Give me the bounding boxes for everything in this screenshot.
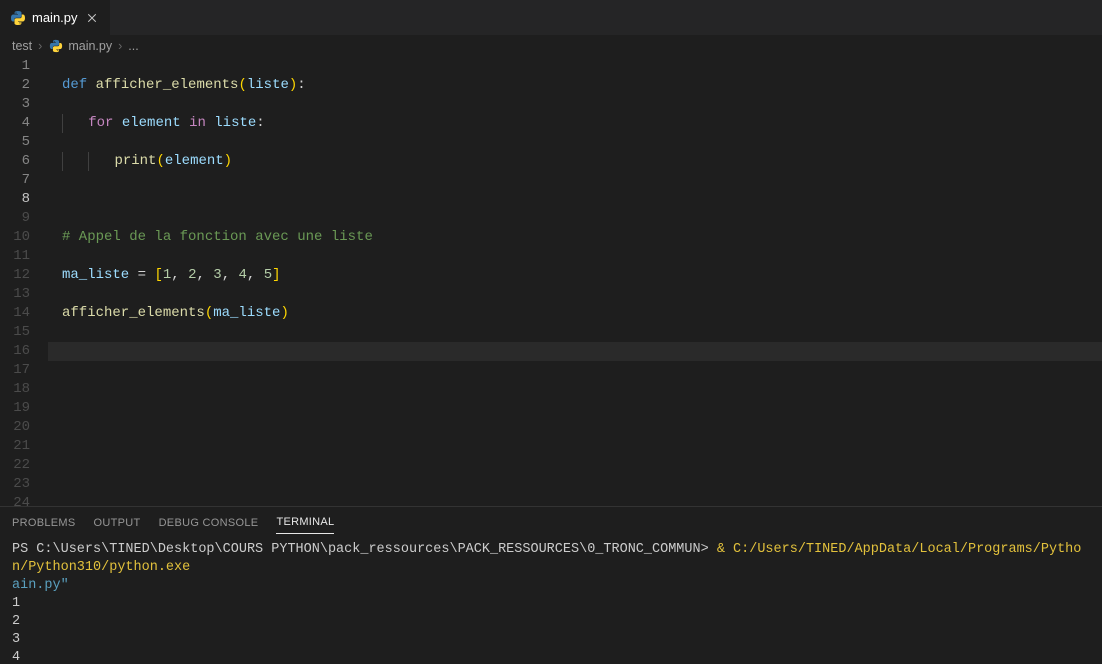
tab-terminal[interactable]: TERMINAL [276,510,334,534]
chevron-right-icon: › [36,39,44,53]
terminal-command-cont: ain.py" [12,578,69,593]
bottom-panel: PROBLEMS OUTPUT DEBUG CONSOLE TERMINAL P… [0,506,1102,664]
tab-main-py[interactable]: main.py [0,0,111,35]
code-content[interactable]: def afficher_elements(liste): for elemen… [48,57,1102,506]
tab-title: main.py [32,10,78,25]
python-file-icon [10,10,26,26]
breadcrumb[interactable]: test › main.py › ... [0,35,1102,57]
panel-tabs: PROBLEMS OUTPUT DEBUG CONSOLE TERMINAL [0,507,1102,537]
terminal-output-line: 4 [12,650,20,664]
terminal-prompt: PS C:\Users\TINED\Desktop\COURS PYTHON\p… [12,542,717,557]
tab-output[interactable]: OUTPUT [94,511,141,534]
breadcrumb-symbol[interactable]: ... [128,39,138,53]
breadcrumb-folder[interactable]: test [12,39,32,53]
python-file-icon [48,38,64,54]
code-editor[interactable]: 1 2 3 4 5 6 7 8 9 10 11 12 13 14 15 16 1… [0,57,1102,506]
line-number-gutter: 1 2 3 4 5 6 7 8 9 10 11 12 13 14 15 16 1… [0,57,48,506]
tab-problems[interactable]: PROBLEMS [12,511,76,534]
tab-debug-console[interactable]: DEBUG CONSOLE [159,511,259,534]
terminal-output-line: 2 [12,614,20,629]
close-icon[interactable] [84,10,100,26]
tab-bar: main.py [0,0,1102,35]
breadcrumb-file[interactable]: main.py [68,39,112,53]
terminal-output-line: 3 [12,632,20,647]
terminal-output-line: 1 [12,596,20,611]
terminal-content[interactable]: PS C:\Users\TINED\Desktop\COURS PYTHON\p… [0,537,1102,664]
chevron-right-icon: › [116,39,124,53]
